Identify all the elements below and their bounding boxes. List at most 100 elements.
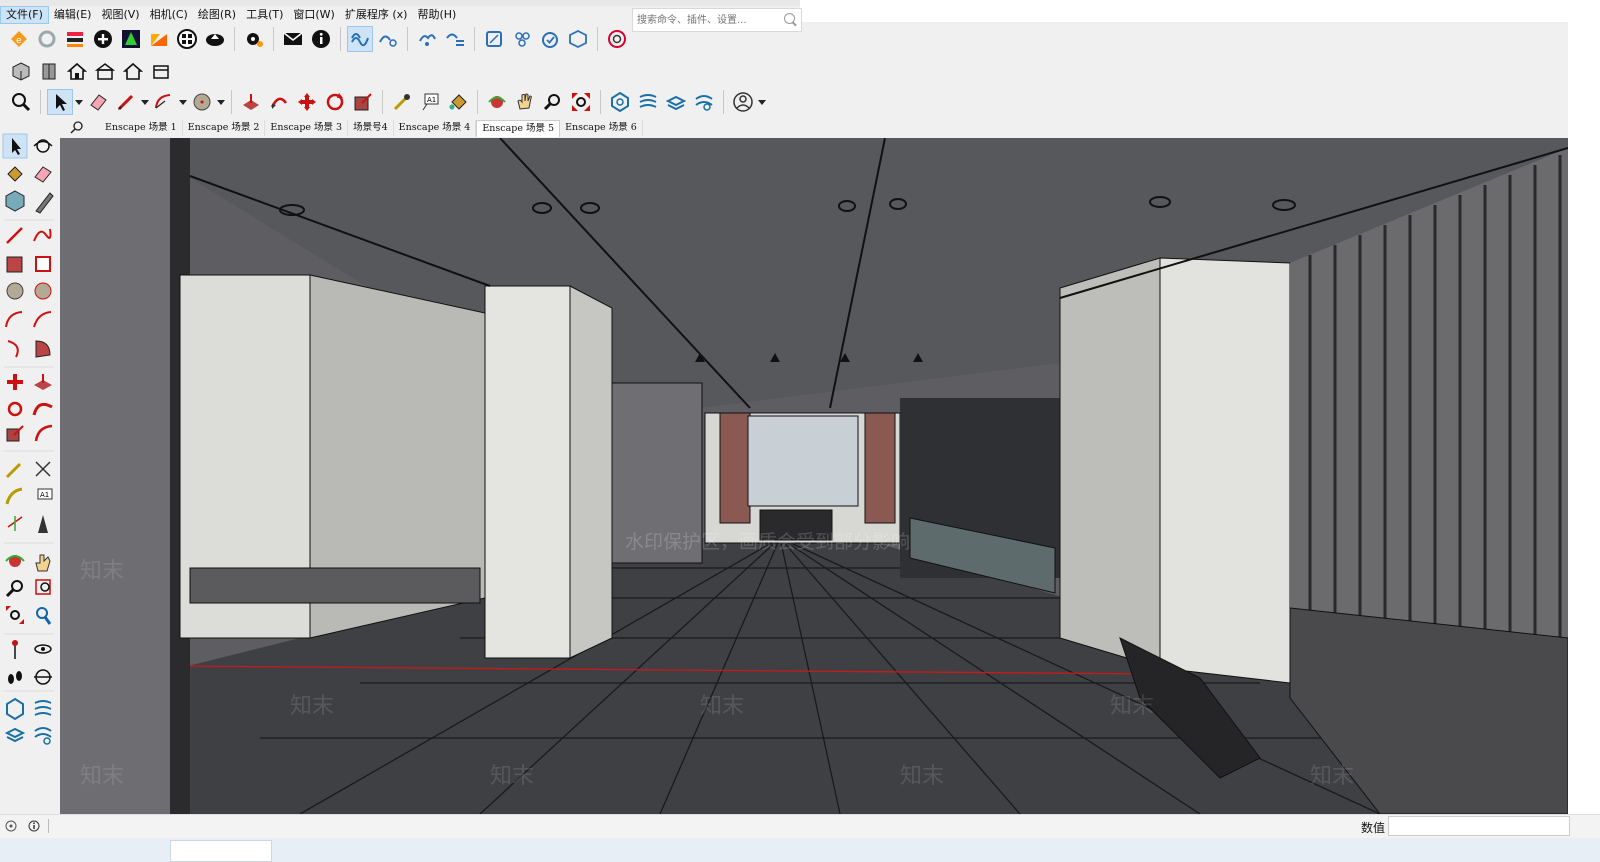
select-arrow-icon[interactable] bbox=[47, 89, 73, 115]
scale-tool-icon[interactable] bbox=[6, 425, 24, 442]
scene-tab[interactable]: 场景号4 bbox=[348, 120, 394, 136]
search-icon[interactable] bbox=[784, 13, 795, 24]
orbit-tool-icon[interactable] bbox=[33, 139, 53, 153]
zoom-window-icon[interactable] bbox=[540, 89, 566, 115]
add-circle-icon[interactable] bbox=[90, 26, 116, 52]
enscape-sync-icon[interactable] bbox=[414, 26, 440, 52]
scene-tab[interactable]: Enscape 场景 2 bbox=[183, 120, 266, 136]
command-search-box[interactable] bbox=[632, 8, 802, 32]
views-iso-icon[interactable] bbox=[8, 58, 34, 84]
command-search-input[interactable] bbox=[633, 9, 779, 31]
enscape-timer-icon[interactable] bbox=[537, 26, 563, 52]
rotate-tool-icon[interactable] bbox=[7, 401, 23, 417]
measurements-input[interactable] bbox=[1388, 816, 1570, 836]
look-around-icon[interactable] bbox=[34, 644, 52, 654]
freehand-tool-icon[interactable] bbox=[33, 228, 52, 242]
arc-tool-icon[interactable] bbox=[5, 311, 23, 328]
sandbox-scratch-icon[interactable] bbox=[635, 89, 661, 115]
cloud-upload-icon[interactable] bbox=[202, 26, 228, 52]
push-pull-icon[interactable] bbox=[238, 89, 264, 115]
zoom-extents-camera-icon[interactable] bbox=[6, 606, 24, 624]
follow-me-tool-icon[interactable] bbox=[32, 402, 53, 416]
sandbox-contours-icon[interactable] bbox=[607, 89, 633, 115]
menu-extensions[interactable]: 扩展程序 (x) bbox=[340, 7, 413, 23]
3d-text-tool-icon[interactable] bbox=[38, 515, 48, 533]
circle-shape-icon[interactable] bbox=[189, 89, 215, 115]
geo-location-icon[interactable] bbox=[5, 820, 17, 835]
menu-file[interactable]: 文件(F) bbox=[0, 5, 49, 24]
views-left-icon[interactable] bbox=[148, 58, 174, 84]
scene-search-icon[interactable] bbox=[70, 120, 84, 134]
tag-tool-icon[interactable] bbox=[35, 192, 54, 214]
paint-bucket-icon[interactable] bbox=[445, 89, 471, 115]
model-viewport[interactable]: 知末 知末 知末 知末 知末 知末 知末 知末 水印保护区，画质会受到部分影响 bbox=[60, 138, 1568, 814]
dimension-tool-icon[interactable] bbox=[35, 461, 51, 477]
pie-tool-icon[interactable] bbox=[35, 340, 51, 358]
three-point-arc-tool-icon[interactable] bbox=[7, 340, 19, 358]
views-top-icon[interactable] bbox=[36, 58, 62, 84]
scene-tab[interactable]: Enscape 场景 4 bbox=[394, 120, 477, 136]
enscape-objects-icon[interactable] bbox=[509, 26, 535, 52]
taskbar-app-button[interactable] bbox=[170, 840, 272, 862]
text-tool-icon[interactable]: A1 bbox=[37, 488, 53, 500]
shape-dropdown-icon[interactable] bbox=[217, 89, 225, 115]
menu-help[interactable]: 帮助(H) bbox=[412, 7, 461, 23]
zoom-icon[interactable] bbox=[8, 89, 34, 115]
menu-tools[interactable]: 工具(T) bbox=[241, 7, 288, 23]
account-dropdown-icon[interactable] bbox=[758, 89, 766, 115]
tape-tool-icon[interactable] bbox=[5, 462, 22, 479]
menu-view[interactable]: 视图(V) bbox=[96, 7, 144, 23]
previous-view-icon[interactable] bbox=[36, 607, 52, 625]
extension-warehouse-icon[interactable]: e bbox=[6, 26, 32, 52]
move-tool-icon[interactable] bbox=[7, 374, 23, 390]
protractor-tool-icon[interactable] bbox=[5, 487, 23, 505]
mail-icon[interactable] bbox=[280, 26, 306, 52]
views-right-icon[interactable] bbox=[92, 58, 118, 84]
user-account-icon[interactable] bbox=[730, 89, 756, 115]
skatter-icon[interactable] bbox=[146, 26, 172, 52]
offset-tool-icon[interactable] bbox=[34, 424, 53, 442]
line-dropdown-icon[interactable] bbox=[141, 89, 149, 115]
text-label-icon[interactable]: A1 bbox=[417, 89, 443, 115]
paint-tool-icon[interactable] bbox=[7, 166, 23, 182]
enscape-link-icon[interactable] bbox=[375, 26, 401, 52]
polygon-tool-icon[interactable] bbox=[34, 282, 52, 300]
scene-tab[interactable]: Enscape 场景 1 bbox=[100, 120, 183, 136]
eraser-tool-icon[interactable] bbox=[34, 166, 52, 183]
select-tool-icon[interactable] bbox=[2, 133, 28, 159]
pan-hand-icon[interactable] bbox=[512, 89, 538, 115]
tape-measure-icon[interactable] bbox=[389, 89, 415, 115]
sync-icon[interactable] bbox=[34, 26, 60, 52]
scene-tab[interactable]: Enscape 场景 3 bbox=[265, 120, 349, 136]
menu-draw[interactable]: 绘图(R) bbox=[193, 7, 241, 23]
sandbox-flip-tool-icon[interactable] bbox=[34, 727, 52, 745]
enscape-cube-icon[interactable] bbox=[565, 26, 591, 52]
layers-stack-icon[interactable] bbox=[62, 26, 88, 52]
enscape-views-icon[interactable] bbox=[442, 26, 468, 52]
views-back-icon[interactable] bbox=[120, 58, 146, 84]
tree-icon[interactable] bbox=[118, 26, 144, 52]
follow-me-icon[interactable] bbox=[266, 89, 292, 115]
rotated-rect-tool-icon[interactable] bbox=[35, 256, 51, 272]
eraser-icon[interactable] bbox=[85, 89, 111, 115]
sandbox-stamp-icon[interactable] bbox=[691, 89, 717, 115]
menu-edit[interactable]: 编辑(E) bbox=[49, 7, 97, 23]
rotate-icon[interactable] bbox=[322, 89, 348, 115]
move-icon[interactable] bbox=[294, 89, 320, 115]
sandbox-smoove-icon[interactable] bbox=[663, 89, 689, 115]
zoom-extents-icon[interactable] bbox=[568, 89, 594, 115]
component-tool-icon[interactable] bbox=[5, 190, 25, 212]
orbit-camera-icon[interactable] bbox=[5, 555, 25, 567]
enscape-settings-icon[interactable] bbox=[604, 26, 630, 52]
menu-window[interactable]: 窗口(W) bbox=[288, 7, 339, 23]
select-dropdown-icon[interactable] bbox=[75, 89, 83, 115]
two-point-arc-tool-icon[interactable] bbox=[33, 311, 52, 328]
checker-ball-icon[interactable] bbox=[174, 26, 200, 52]
info-icon[interactable] bbox=[308, 26, 334, 52]
orbit-icon[interactable] bbox=[484, 89, 510, 115]
axes-tool-icon[interactable] bbox=[7, 516, 23, 531]
settings-gear-icon[interactable] bbox=[241, 26, 267, 52]
arc-icon[interactable] bbox=[151, 89, 177, 115]
section-plane-icon[interactable] bbox=[34, 669, 52, 685]
zoom-window-camera-icon[interactable] bbox=[35, 579, 51, 595]
